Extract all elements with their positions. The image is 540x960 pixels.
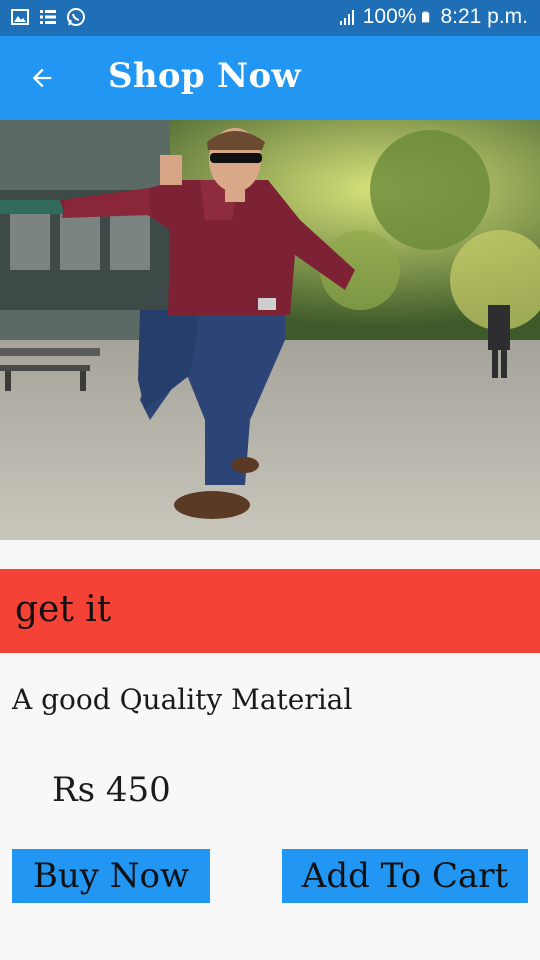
product-description: A good Quality Material — [12, 683, 353, 716]
back-button[interactable] — [18, 54, 66, 102]
banner-text: get it — [15, 589, 112, 630]
battery-icon — [422, 11, 430, 23]
product-price: Rs 450 — [52, 770, 171, 810]
buy-now-button[interactable]: Buy Now — [12, 849, 210, 903]
add-to-cart-button[interactable]: Add To Cart — [282, 849, 528, 903]
app-bar: Shop Now — [0, 36, 540, 120]
whatsapp-icon — [67, 8, 85, 26]
list-icon — [40, 10, 56, 24]
battery-percent: 100% — [362, 5, 417, 28]
promo-banner: get it — [0, 569, 540, 653]
arrow-left-icon — [32, 68, 52, 88]
signal-icon — [339, 10, 354, 25]
status-right-icons: 100% 8:21 p.m. — [337, 5, 528, 29]
image-icon — [11, 9, 29, 25]
page-title: Shop Now — [108, 56, 301, 96]
status-bar: 100% 8:21 p.m. — [0, 0, 540, 36]
clock: 8:21 p.m. — [440, 5, 528, 28]
product-image — [0, 120, 540, 540]
status-left-icons — [10, 7, 86, 27]
